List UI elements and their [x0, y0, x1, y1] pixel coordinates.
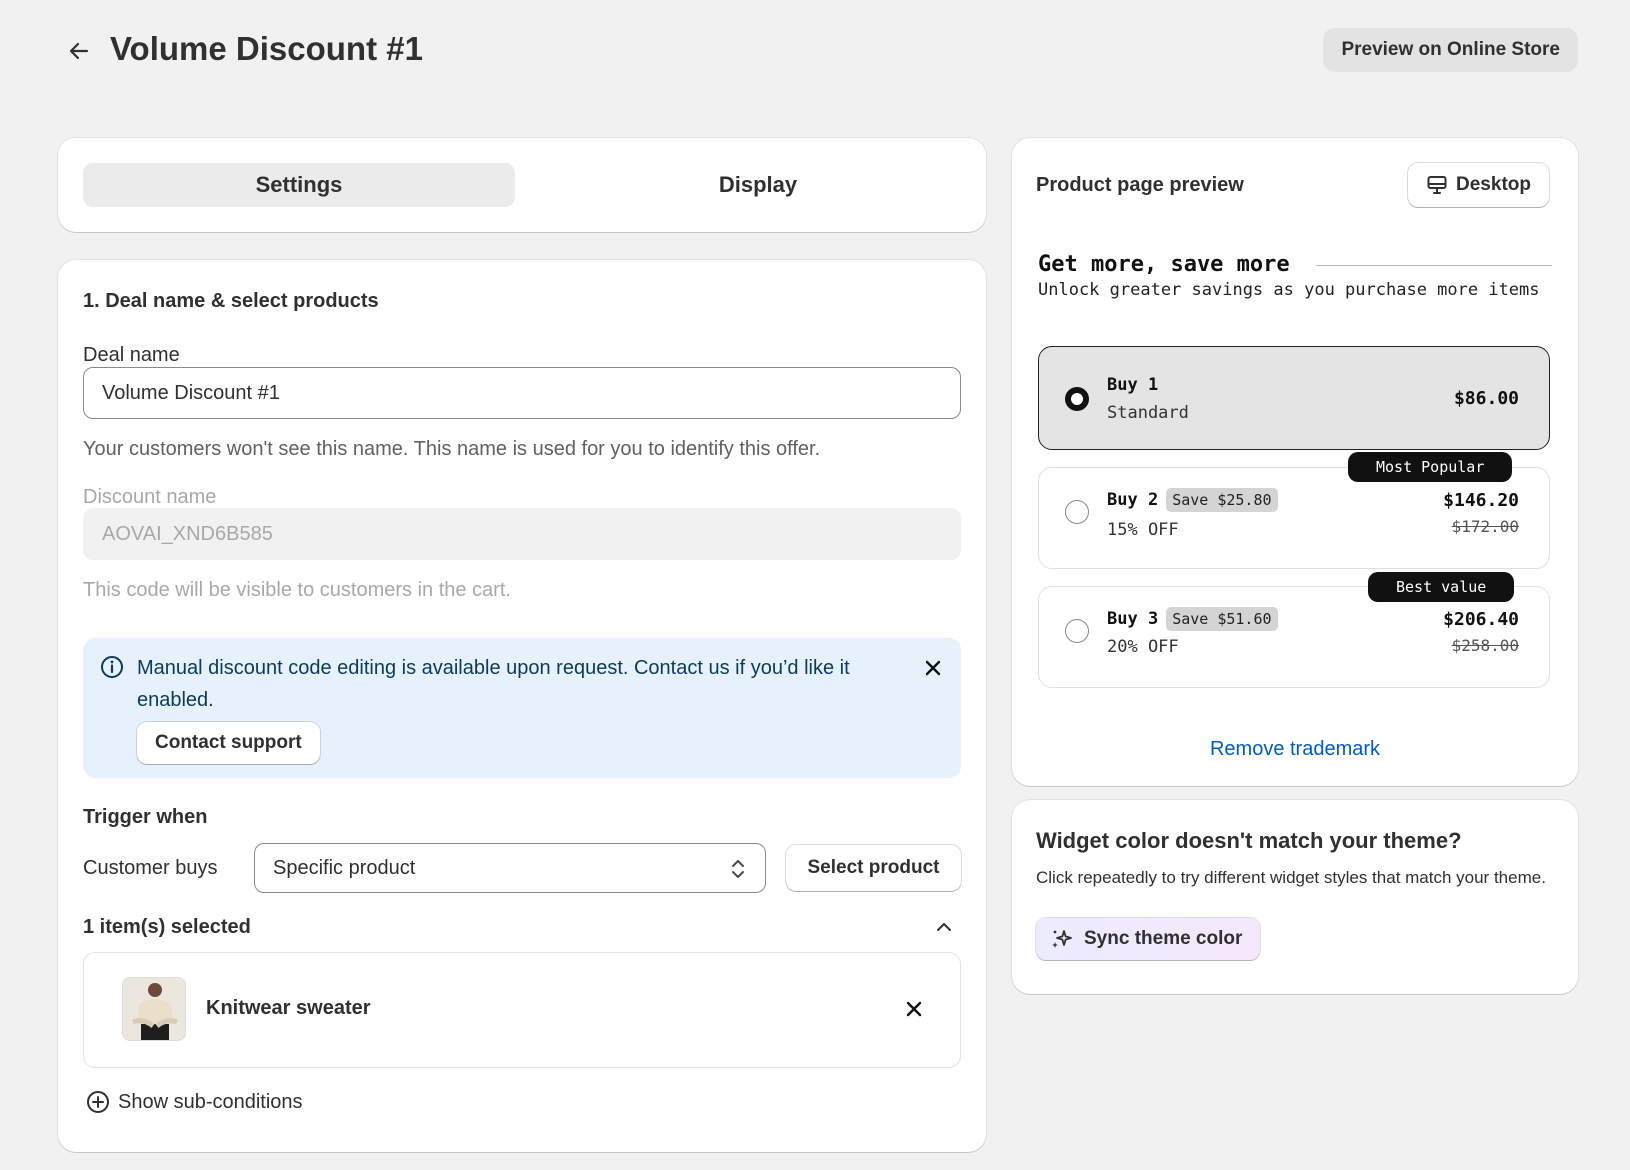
deal-name-help: Your customers won't see this name. This… — [83, 438, 821, 460]
deal-name-input[interactable]: Volume Discount #1 — [83, 367, 961, 419]
tier-radio[interactable] — [1065, 500, 1089, 524]
tier-radio[interactable] — [1065, 387, 1089, 411]
customer-buys-label: Customer buys — [83, 857, 218, 879]
best-value-badge: Best value — [1368, 572, 1515, 602]
remove-trademark-link[interactable]: Remove trademark — [1012, 738, 1578, 761]
sweater-image — [123, 978, 185, 1040]
widget-heading-divider — [1316, 265, 1552, 266]
tier-option-1[interactable]: Buy 1 Standard $86.00 — [1038, 346, 1550, 450]
discount-name-label: Discount name — [83, 486, 217, 508]
preview-online-store-button[interactable]: Preview on Online Store — [1323, 28, 1578, 72]
product-name: Knitwear sweater — [206, 997, 371, 1019]
discount-name-help: This code will be visible to customers i… — [83, 579, 511, 601]
tier-subtitle: 20% OFF — [1107, 637, 1179, 657]
page-header: Volume Discount #1 Preview on Online Sto… — [58, 24, 1578, 76]
select-chevrons-icon — [732, 860, 744, 878]
tier-title: Buy 1 — [1107, 375, 1158, 395]
sync-theme-label: Sync theme color — [1084, 928, 1243, 949]
info-banner: Manual discount code editing is availabl… — [83, 638, 961, 778]
tier-subtitle: Standard — [1107, 403, 1189, 423]
customer-buys-value: Specific product — [273, 856, 416, 879]
tier-option-2[interactable]: Buy 2 Save $25.80 15% OFF $146.20 $172.0… — [1038, 467, 1550, 569]
tier-title: Buy 2 Save $25.80 — [1107, 488, 1278, 512]
chevron-up-icon — [937, 923, 951, 931]
save-chip: Save $51.60 — [1166, 607, 1278, 631]
plus-circle-icon — [87, 1091, 109, 1113]
most-popular-badge: Most Popular — [1348, 452, 1513, 482]
selected-product-item: Knitwear sweater — [83, 952, 961, 1068]
close-icon — [925, 660, 941, 676]
arrow-left-icon — [69, 42, 89, 60]
collapse-items-button[interactable] — [931, 914, 957, 940]
trigger-title: Trigger when — [83, 806, 208, 828]
show-subconditions-button[interactable]: Show sub-conditions — [86, 1090, 303, 1114]
tier-subtitle: 15% OFF — [1107, 520, 1179, 540]
tab-settings[interactable]: Settings — [83, 163, 515, 207]
product-thumbnail — [122, 977, 186, 1041]
remove-product-button[interactable] — [900, 995, 928, 1023]
page-title: Volume Discount #1 — [110, 30, 423, 67]
device-toggle-button[interactable]: Desktop — [1408, 163, 1549, 207]
tier-original-price: $172.00 — [1451, 517, 1519, 536]
customer-buys-select[interactable]: Specific product — [254, 843, 766, 893]
product-preview-card: Product page preview Desktop Get more, s… — [1012, 138, 1578, 786]
tier-title: Buy 3 Save $51.60 — [1107, 607, 1278, 631]
items-selected-label: 1 item(s) selected — [83, 916, 251, 938]
close-icon — [906, 1001, 922, 1017]
sparkle-icon — [1052, 930, 1072, 948]
tier-original-price: $258.00 — [1451, 636, 1519, 655]
discount-name-input[interactable]: AOVAI_XND6B585 — [83, 508, 961, 560]
select-product-button[interactable]: Select product — [786, 845, 961, 891]
theme-color-title: Widget color doesn't match your theme? — [1036, 828, 1462, 853]
deal-settings-card: 1. Deal name & select products Deal name… — [58, 260, 986, 1152]
back-button[interactable] — [64, 36, 94, 66]
banner-close-button[interactable] — [919, 654, 947, 682]
widget-heading: Get more, save more — [1038, 252, 1290, 277]
show-subconditions-label: Show sub-conditions — [118, 1090, 303, 1113]
banner-text: Manual discount code editing is availabl… — [137, 657, 850, 711]
widget-subheading: Unlock greater savings as you purchase m… — [1038, 280, 1540, 300]
save-chip: Save $25.80 — [1166, 488, 1278, 512]
device-label: Desktop — [1456, 174, 1531, 195]
theme-color-card: Widget color doesn't match your theme? C… — [1012, 800, 1578, 994]
monitor-icon — [1427, 176, 1447, 194]
tier-title-text: Buy 1 — [1107, 375, 1159, 395]
tab-display[interactable]: Display — [542, 163, 974, 207]
info-icon — [101, 656, 123, 678]
tier-price: $86.00 — [1453, 388, 1519, 409]
sync-theme-color-button[interactable]: Sync theme color — [1036, 918, 1261, 960]
tabs-card: Settings Display — [58, 138, 986, 232]
contact-support-button[interactable]: Contact support — [137, 722, 320, 764]
tier-title-text: Buy 3 — [1107, 609, 1159, 629]
preview-title: Product page preview — [1036, 174, 1244, 196]
tier-price: $206.40 — [1443, 609, 1519, 630]
deal-name-label: Deal name — [83, 344, 180, 366]
tier-price: $146.20 — [1443, 490, 1519, 511]
tier-title-text: Buy 2 — [1107, 490, 1159, 510]
section-title: 1. Deal name & select products — [83, 290, 379, 312]
tier-radio[interactable] — [1065, 619, 1089, 643]
theme-color-description: Click repeatedly to try different widget… — [1036, 868, 1546, 887]
